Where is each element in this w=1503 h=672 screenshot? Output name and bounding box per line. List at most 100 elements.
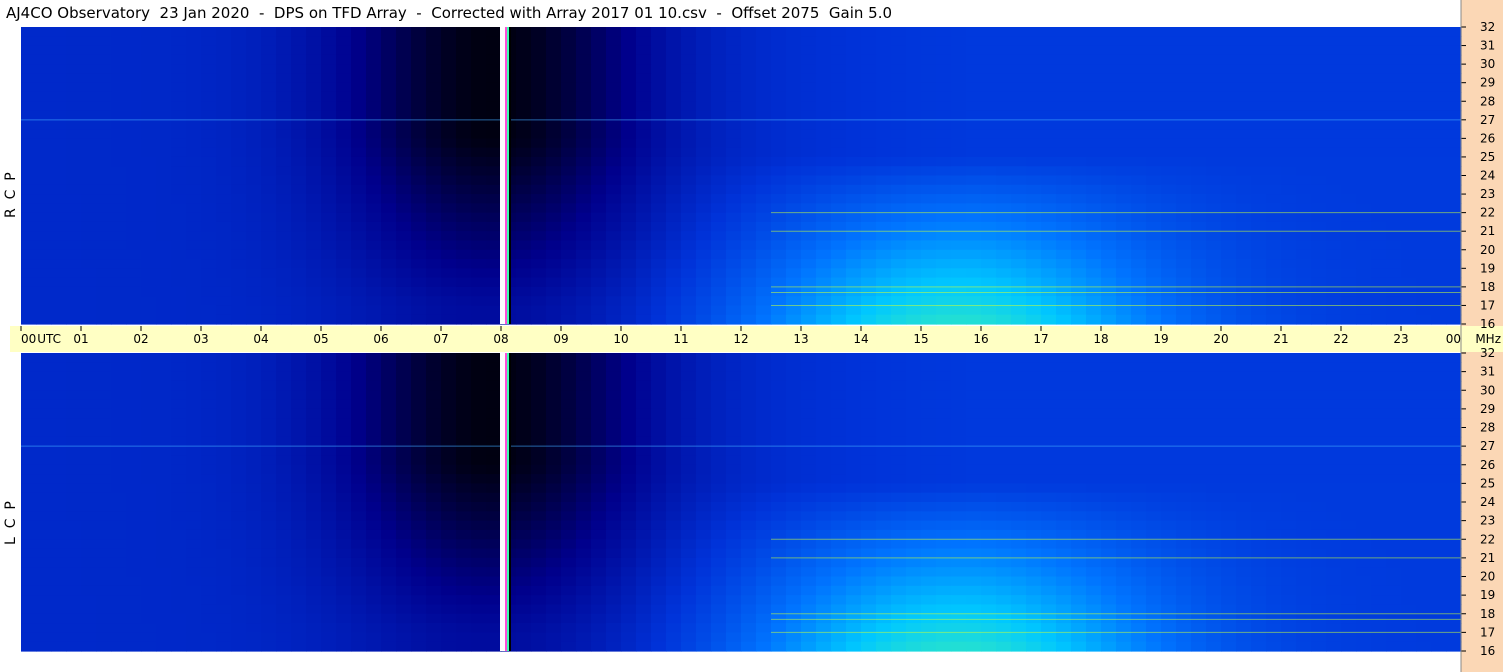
heatmap-cell [861,436,877,447]
heatmap-cell [111,203,127,214]
heatmap-cell [1146,268,1162,279]
heatmap-cell [591,73,607,84]
heatmap-cell [1191,27,1207,37]
heatmap-cell [1131,362,1147,373]
heatmap-cell [1116,418,1132,429]
heatmap-cell [696,296,712,307]
heatmap-cell [96,259,112,269]
heatmap-cell [996,446,1012,457]
heatmap-cell [36,353,52,363]
heatmap-cell [831,286,847,297]
heatmap-cell [321,27,337,37]
heatmap-cell [876,101,892,112]
heatmap-cell [786,362,802,373]
heatmap-cell [441,305,457,316]
heatmap-cell [36,110,52,121]
heatmap-cell [351,147,367,158]
heatmap-cell [861,194,877,204]
heatmap-cell [771,45,787,56]
heatmap-cell [1446,390,1462,401]
heatmap-cell [21,175,37,186]
heatmap-cell [846,166,862,177]
heatmap-cell [1341,418,1357,429]
heatmap-cell [636,408,652,419]
heatmap-cell [1356,418,1372,429]
heatmap-cell [771,36,787,47]
heatmap-cell [186,492,202,503]
heatmap-cell [561,408,577,419]
heatmap-cell [456,520,472,531]
heatmap-cell [486,436,502,447]
heatmap-cell [1326,54,1342,65]
heatmap-cell [111,129,127,139]
heatmap-cell [291,474,307,484]
heatmap-cell [1101,529,1117,540]
heatmap-cell [726,231,742,242]
heatmap-cell [1101,156,1117,167]
heatmap-cell [306,54,322,65]
heatmap-cell [1161,277,1177,288]
heatmap-cell [291,221,307,232]
heatmap-cell [1026,138,1042,149]
heatmap-cell [906,474,922,484]
heatmap-cell [186,231,202,242]
heatmap-cell [1296,203,1312,214]
heatmap-cell [1221,54,1237,65]
heatmap-cell [1326,296,1342,307]
heatmap-cell [1386,156,1402,167]
heatmap-cell [111,418,127,429]
heatmap-cell [636,268,652,279]
heatmap-cell [111,362,127,373]
heatmap-cell [1431,212,1447,223]
heatmap-cell [351,212,367,223]
heatmap-cell [1356,511,1372,522]
heatmap-cell [171,45,187,56]
heatmap-cell [996,520,1012,531]
heatmap-cell [1236,166,1252,177]
heatmap-cell [711,371,727,382]
heatmap-cell [381,147,397,158]
heatmap-cell [1011,91,1027,102]
heatmap-cell [486,286,502,297]
heatmap-cell [711,446,727,457]
heatmap-cell [1041,436,1057,447]
heatmap-cell [96,399,112,410]
heatmap-cell [681,82,697,93]
heatmap-cell [831,399,847,410]
heatmap-cell [156,91,172,102]
heatmap-cell [696,166,712,177]
heatmap-cell [1386,203,1402,214]
heatmap-cell [516,353,532,363]
heatmap-cell [1161,286,1177,297]
heatmap-cell [696,277,712,288]
heatmap-cell [1326,82,1342,93]
heatmap-cell [1131,166,1147,177]
heatmap-cell [51,314,67,325]
heatmap-cell [576,418,592,429]
heatmap-cell [231,64,247,75]
heatmap-cell [186,203,202,214]
heatmap-cell [1296,529,1312,540]
heatmap-cell [231,110,247,121]
heatmap-cell [96,73,112,84]
heatmap-cell [1056,119,1072,130]
heatmap-cell [1311,455,1327,466]
heatmap-cell [1176,362,1192,373]
heatmap-cell [1281,455,1297,466]
heatmap-cell [741,399,757,410]
heatmap-cell [1416,194,1432,204]
heatmap-cell [1446,36,1462,47]
heatmap-cell [576,54,592,65]
heatmap-cell [861,82,877,93]
heatmap-cell [966,474,982,484]
heatmap-cell [96,54,112,65]
heatmap-cell [831,82,847,93]
heatmap-cell [1416,119,1432,130]
heatmap-cell [456,502,472,512]
heatmap-cell [666,268,682,279]
heatmap-cell [801,184,817,195]
heatmap-cell [1056,474,1072,484]
heatmap-cell [906,221,922,232]
heatmap-cell [921,212,937,223]
heatmap-cell [306,91,322,102]
